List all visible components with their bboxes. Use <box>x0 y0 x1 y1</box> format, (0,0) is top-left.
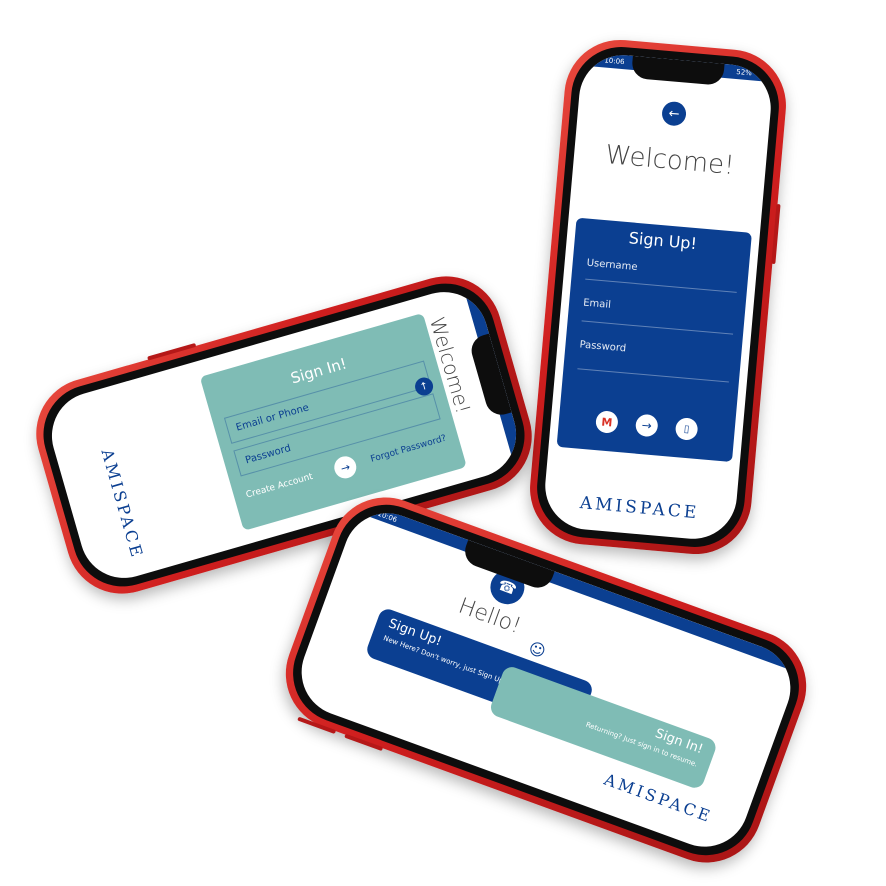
username-placeholder: Username <box>586 257 638 274</box>
status-battery: 52% <box>735 67 753 78</box>
password-field[interactable]: Password <box>577 339 732 383</box>
email-field[interactable]: Email <box>581 297 736 335</box>
status-time: 10:06 <box>604 56 625 67</box>
signin-option[interactable]: Sign In! Returning? Just sign in to resu… <box>488 664 719 791</box>
signup-card: Sign Up! Username Email Password M → ▯ <box>556 217 752 463</box>
arrow-up-icon: ↑ <box>418 380 430 393</box>
username-field[interactable]: Username <box>585 257 739 293</box>
arrow-right-icon: → <box>339 459 352 475</box>
side-button <box>771 203 781 265</box>
signup-actions: M → ▯ <box>558 407 735 444</box>
brand-logo: AMISPACE <box>579 493 700 524</box>
signin-next-button[interactable]: → <box>331 453 359 481</box>
gmail-button[interactable]: M <box>594 410 619 434</box>
page-title: Welcome! <box>604 139 736 182</box>
next-button[interactable]: → <box>634 413 659 438</box>
create-account-link[interactable]: Create Account <box>245 472 314 501</box>
phone-signup-button[interactable]: ▯ <box>674 417 699 441</box>
arrow-right-icon: → <box>641 418 653 433</box>
email-or-phone-placeholder: Email or Phone <box>234 402 311 434</box>
phone-signup: 10:06 52% ← Welcome! Sign Up! Username E… <box>525 35 791 559</box>
gmail-icon: M <box>600 415 613 429</box>
phone-icon: ▯ <box>683 423 690 435</box>
back-button[interactable]: ← <box>661 100 688 127</box>
card-title: Sign Up! <box>628 228 698 254</box>
signin-option-title: Sign In! <box>653 726 705 758</box>
phone-screen: 10:06 ☎ Hello! ☺ Sign Up! New Here? Don'… <box>289 500 803 860</box>
password-placeholder: Password <box>244 442 293 467</box>
email-placeholder: Email <box>582 297 612 311</box>
arrow-left-icon: ← <box>667 105 681 122</box>
user-icon: ☺ <box>526 637 549 662</box>
phone-home: 10:06 ☎ Hello! ☺ Sign Up! New Here? Don'… <box>270 481 822 879</box>
brand-logo: AMISPACE <box>97 446 148 562</box>
forgot-password-link[interactable]: Forgot Password? <box>370 434 448 465</box>
password-placeholder: Password <box>579 339 627 355</box>
